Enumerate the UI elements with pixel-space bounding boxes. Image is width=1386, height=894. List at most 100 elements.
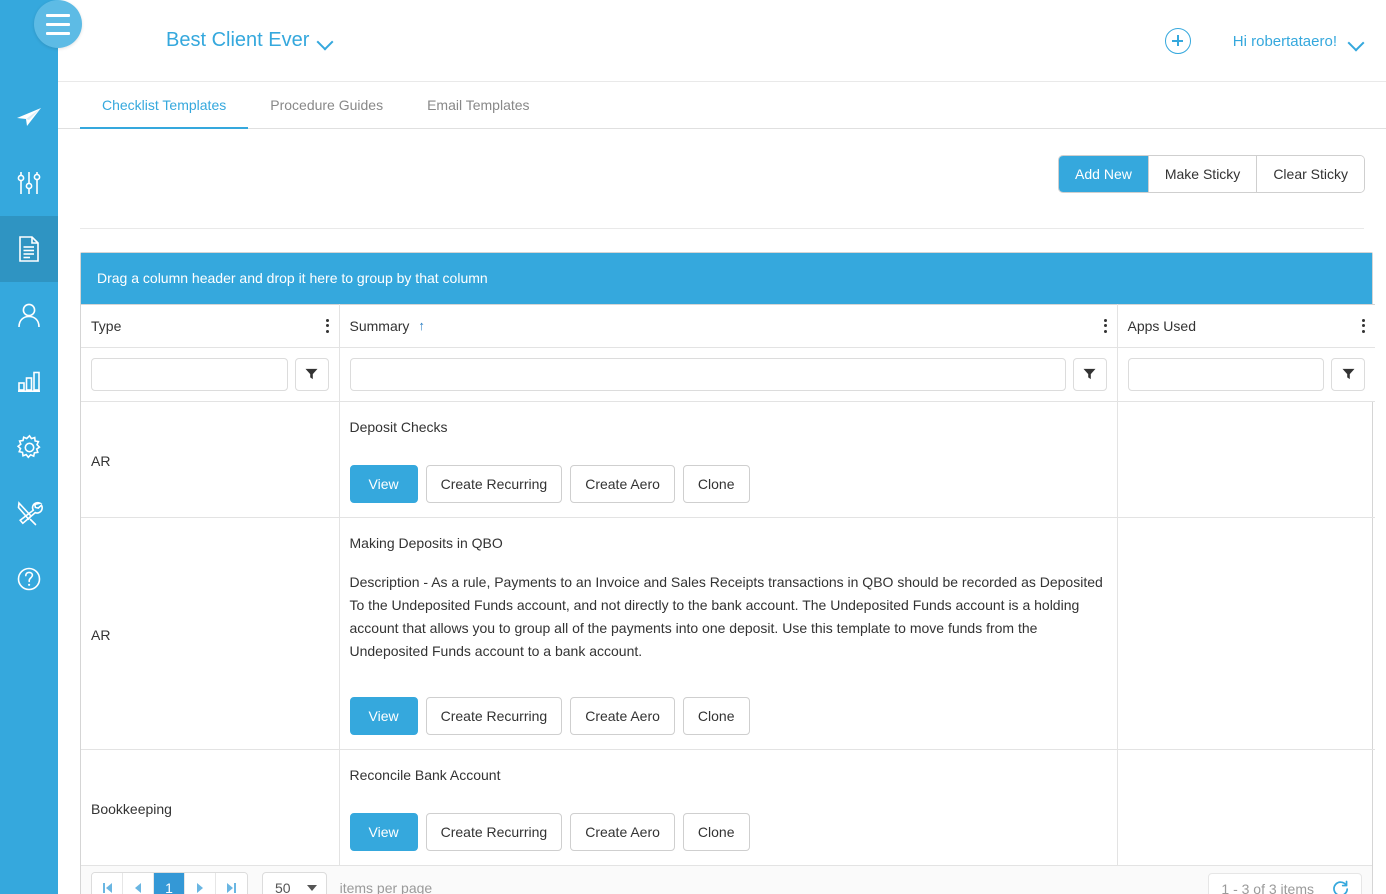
cell-summary: Making Deposits in QBO Description - As …: [339, 517, 1117, 749]
make-sticky-button[interactable]: Make Sticky: [1149, 156, 1257, 192]
pagination-bar: 1 50 items per page 1 -: [81, 865, 1372, 894]
gear-icon: [16, 434, 43, 461]
row-action-buttons: View Create Recurring Create Aero Clone: [350, 697, 1107, 735]
tab-label: Checklist Templates: [102, 97, 226, 113]
next-page-icon: [197, 883, 203, 893]
question-circle-icon: [16, 566, 42, 592]
sidebar-item-settings-sliders[interactable]: [0, 150, 58, 216]
view-button[interactable]: View: [350, 697, 418, 735]
create-aero-button[interactable]: Create Aero: [570, 813, 675, 851]
toolbar: Add New Make Sticky Clear Sticky: [58, 129, 1386, 229]
create-recurring-button[interactable]: Create Recurring: [426, 813, 563, 851]
page-size-select[interactable]: 50: [262, 872, 327, 894]
table-row: AR Making Deposits in QBO Description - …: [81, 517, 1375, 749]
go-to-first-page-button[interactable]: [92, 873, 123, 894]
top-bar: Best Client Ever Hi robertataero!: [58, 0, 1386, 82]
sidebar-item-documents[interactable]: [0, 216, 58, 282]
tab-checklist-templates[interactable]: Checklist Templates: [80, 82, 248, 129]
clone-button[interactable]: Clone: [683, 813, 750, 851]
chevron-down-icon: [318, 36, 333, 45]
sidebar-item-reports[interactable]: [0, 348, 58, 414]
column-header-apps-used[interactable]: Apps Used: [1117, 304, 1375, 347]
sidebar-item-contacts[interactable]: [0, 282, 58, 348]
client-name: Best Client Ever: [166, 29, 309, 52]
column-header-summary[interactable]: Summary ↑: [339, 304, 1117, 347]
cell-type: AR: [81, 517, 339, 749]
filter-cell-type: [81, 347, 339, 401]
create-recurring-button[interactable]: Create Recurring: [426, 465, 563, 503]
row-action-buttons: View Create Recurring Create Aero Clone: [350, 465, 1107, 503]
filter-input-apps-used[interactable]: [1128, 358, 1325, 391]
pagination-status: 1 - 3 of 3 items: [1208, 873, 1362, 894]
data-grid: Drag a column header and drop it here to…: [80, 252, 1373, 894]
previous-page-button[interactable]: [123, 873, 154, 894]
clone-button[interactable]: Clone: [683, 697, 750, 735]
user-menu[interactable]: Hi robertataero!: [1233, 33, 1364, 50]
page-number-button[interactable]: 1: [154, 873, 185, 894]
summary-description: Description - As a rule, Payments to an …: [350, 571, 1107, 663]
grid-table: Type Summary ↑: [81, 304, 1375, 865]
document-icon: [17, 235, 41, 263]
hamburger-menu-button[interactable]: [34, 0, 82, 48]
sidebar-item-tools[interactable]: [0, 480, 58, 546]
tab-label: Procedure Guides: [270, 97, 383, 113]
create-recurring-button[interactable]: Create Recurring: [426, 697, 563, 735]
column-header-label: Summary: [350, 318, 410, 334]
hamburger-bar: [46, 14, 70, 17]
page-size-value: 50: [275, 880, 291, 894]
bar-chart-icon: [16, 369, 42, 393]
chevron-down-icon: [307, 885, 317, 891]
grid-filter-row: [81, 347, 1375, 401]
group-by-dropzone[interactable]: Drag a column header and drop it here to…: [81, 253, 1372, 304]
sidebar-item-help[interactable]: [0, 546, 58, 612]
tools-icon: [16, 500, 43, 526]
sidebar-item-preferences[interactable]: [0, 414, 58, 480]
pagination-buttons: 1: [91, 872, 248, 894]
filter-funnel-icon: [1083, 368, 1096, 380]
column-header-label: Type: [91, 318, 121, 334]
filter-input-summary[interactable]: [350, 358, 1066, 391]
client-selector[interactable]: Best Client Ever: [166, 29, 333, 52]
filter-button-apps-used[interactable]: [1331, 358, 1365, 391]
cell-apps-used: [1117, 401, 1375, 517]
user-icon: [16, 301, 42, 329]
add-new-button[interactable]: Add New: [1059, 156, 1149, 192]
sliders-icon: [16, 170, 42, 196]
items-per-page-label: items per page: [340, 880, 433, 894]
row-action-buttons: View Create Recurring Create Aero Clone: [350, 813, 1107, 851]
go-to-first-page-icon: [103, 883, 112, 893]
go-to-last-page-button[interactable]: [216, 873, 247, 894]
items-count-label: 1 - 3 of 3 items: [1221, 881, 1314, 894]
plus-circle-icon[interactable]: [1165, 28, 1191, 54]
clear-sticky-button[interactable]: Clear Sticky: [1257, 156, 1364, 192]
cell-summary: Deposit Checks View Create Recurring Cre…: [339, 401, 1117, 517]
sidebar-item-send[interactable]: [0, 84, 58, 150]
previous-page-icon: [135, 883, 141, 893]
create-aero-button[interactable]: Create Aero: [570, 465, 675, 503]
kebab-menu-icon[interactable]: [1362, 319, 1365, 333]
tab-bar: Checklist Templates Procedure Guides Ema…: [58, 82, 1386, 129]
toolbar-button-group: Add New Make Sticky Clear Sticky: [1059, 156, 1364, 192]
summary-title: Making Deposits in QBO: [350, 535, 1107, 551]
application-root: Best Client Ever Hi robertataero! Checkl…: [0, 0, 1386, 894]
create-aero-button[interactable]: Create Aero: [570, 697, 675, 735]
tab-email-templates[interactable]: Email Templates: [405, 82, 551, 129]
tab-procedure-guides[interactable]: Procedure Guides: [248, 82, 405, 129]
filter-input-type[interactable]: [91, 358, 288, 391]
kebab-menu-icon[interactable]: [326, 319, 329, 333]
hamburger-bar: [46, 23, 70, 26]
grid-header-row: Type Summary ↑: [81, 304, 1375, 347]
paper-plane-icon: [15, 105, 43, 129]
view-button[interactable]: View: [350, 465, 418, 503]
filter-button-type[interactable]: [295, 358, 329, 391]
next-page-button[interactable]: [185, 873, 216, 894]
sidebar: [0, 0, 58, 894]
cell-apps-used: [1117, 517, 1375, 749]
filter-cell-apps-used: [1117, 347, 1375, 401]
filter-button-summary[interactable]: [1073, 358, 1107, 391]
clone-button[interactable]: Clone: [683, 465, 750, 503]
summary-title: Reconcile Bank Account: [350, 767, 1107, 783]
view-button[interactable]: View: [350, 813, 418, 851]
kebab-menu-icon[interactable]: [1104, 319, 1107, 333]
column-header-type[interactable]: Type: [81, 304, 339, 347]
